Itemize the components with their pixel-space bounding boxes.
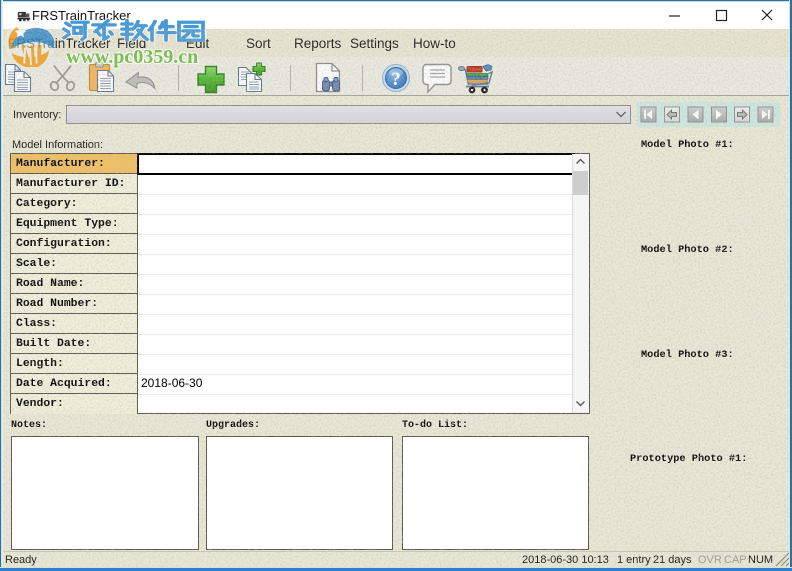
svg-text:?: ?	[391, 69, 401, 90]
